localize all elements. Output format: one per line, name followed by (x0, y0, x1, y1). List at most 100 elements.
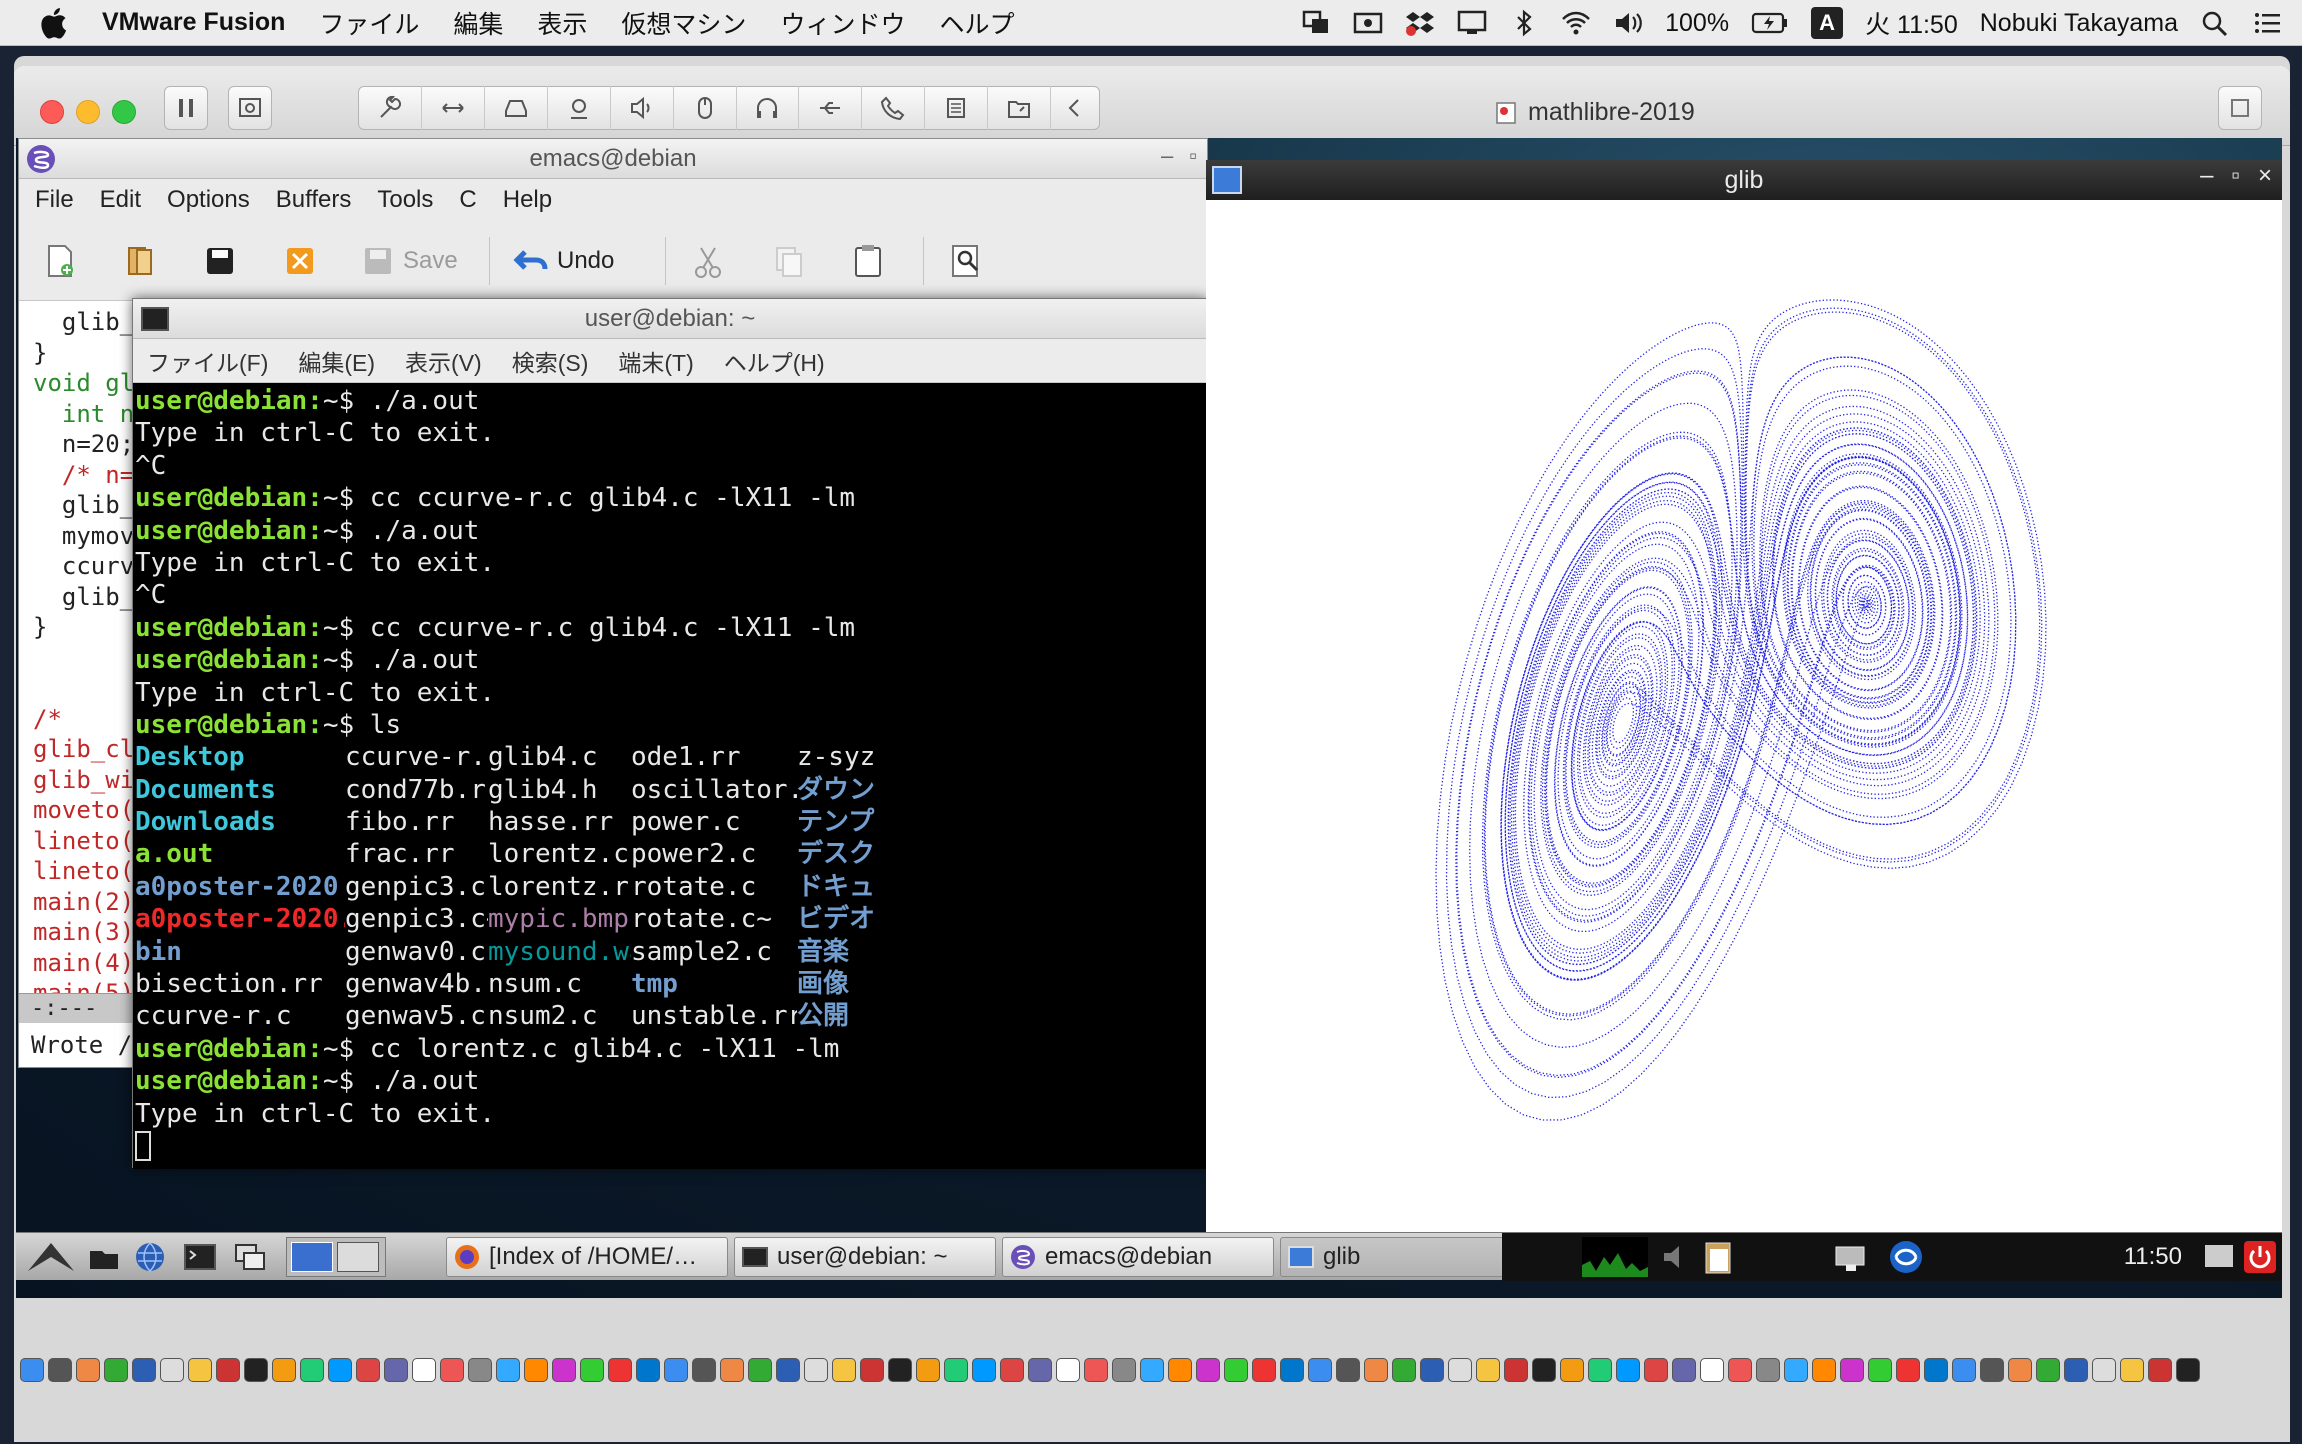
spotlight-icon[interactable] (2200, 9, 2230, 37)
dock-app-icon[interactable] (104, 1358, 128, 1382)
emacs-menu-buffers[interactable]: Buffers (276, 186, 352, 214)
phone-button[interactable] (862, 86, 926, 130)
app-name[interactable]: VMware Fusion (102, 8, 285, 37)
term-menu-view[interactable]: 表示(V) (405, 344, 482, 378)
dock-app-icon[interactable] (860, 1358, 884, 1382)
dock-app-icon[interactable] (1868, 1358, 1892, 1382)
fullscreen-button[interactable] (2218, 86, 2262, 130)
cpu-monitor-icon[interactable] (1582, 1237, 1648, 1277)
dock-app-icon[interactable] (384, 1358, 408, 1382)
dock-app-icon[interactable] (1280, 1358, 1304, 1382)
cut-button[interactable] (689, 239, 727, 283)
dropbox-icon[interactable] (1405, 9, 1435, 37)
dock-app-icon[interactable] (664, 1358, 688, 1382)
menu-help[interactable]: ヘルプ (939, 5, 1014, 41)
dock-app-icon[interactable] (1364, 1358, 1388, 1382)
dock-app-icon[interactable] (888, 1358, 912, 1382)
dock-app-icon[interactable] (944, 1358, 968, 1382)
term-menu-search[interactable]: 検索(S) (512, 344, 589, 378)
dock-app-icon[interactable] (1140, 1358, 1164, 1382)
dock-app-icon[interactable] (1420, 1358, 1444, 1382)
dock-app-icon[interactable] (1056, 1358, 1080, 1382)
dock-app-icon[interactable] (1644, 1358, 1668, 1382)
sound-button[interactable] (611, 86, 674, 130)
hard-disk-button[interactable] (485, 86, 548, 130)
dock-app-icon[interactable] (1952, 1358, 1976, 1382)
dock-app-icon[interactable] (1448, 1358, 1472, 1382)
task-terminal[interactable]: user@debian: ~ (734, 1237, 996, 1277)
network-tray-icon[interactable] (1832, 1239, 1876, 1275)
glib-titlebar[interactable]: glib – ▫ × (1206, 160, 2282, 200)
dock-app-icon[interactable] (2120, 1358, 2144, 1382)
glib-maximize-icon[interactable]: ▫ (2231, 162, 2240, 190)
browser-icon[interactable] (132, 1239, 168, 1275)
dock-app-icon[interactable] (1588, 1358, 1612, 1382)
emacs-menu-c[interactable]: C (459, 186, 476, 214)
dock-app-icon[interactable] (972, 1358, 996, 1382)
dock-app-icon[interactable] (2036, 1358, 2060, 1382)
term-menu-help[interactable]: ヘルプ(H) (724, 344, 825, 378)
dock-app-icon[interactable] (1812, 1358, 1836, 1382)
dock-app-icon[interactable] (692, 1358, 716, 1382)
volume-tray-icon[interactable] (1660, 1241, 1694, 1273)
input-method-badge[interactable]: A (1811, 7, 1844, 39)
show-desktop-icon[interactable] (2202, 1241, 2236, 1273)
shared-folder-button[interactable] (988, 86, 1052, 130)
dock-app-icon[interactable] (1252, 1358, 1276, 1382)
workspace-pager[interactable] (286, 1237, 386, 1277)
battery-icon[interactable] (1751, 9, 1789, 37)
display-icon[interactable] (1457, 9, 1487, 37)
bluetooth-icon[interactable] (1509, 9, 1539, 37)
emacs-menu-edit[interactable]: Edit (100, 186, 141, 214)
workspace-1[interactable] (291, 1242, 333, 1272)
dock-app-icon[interactable] (1728, 1358, 1752, 1382)
dock-app-icon[interactable] (524, 1358, 548, 1382)
clipboard-tray-icon[interactable] (1698, 1239, 1738, 1275)
glib-close-icon[interactable]: × (2258, 162, 2272, 190)
dock-app-icon[interactable] (1112, 1358, 1136, 1382)
dock-app-icon[interactable] (272, 1358, 296, 1382)
dock-app-icon[interactable] (2008, 1358, 2032, 1382)
dock-app-icon[interactable] (440, 1358, 464, 1382)
network-button[interactable] (422, 86, 485, 130)
copy-button[interactable] (769, 239, 807, 283)
menu-window[interactable]: ウィンドウ (780, 5, 905, 41)
dock-app-icon[interactable] (1672, 1358, 1696, 1382)
dock-app-icon[interactable] (1392, 1358, 1416, 1382)
menu-vm[interactable]: 仮想マシン (621, 5, 746, 41)
emacs-titlebar[interactable]: emacs@debian – ▫ (19, 139, 1207, 179)
dock-app-icon[interactable] (636, 1358, 660, 1382)
open-dir-button[interactable] (121, 239, 159, 283)
dock-app-icon[interactable] (2064, 1358, 2088, 1382)
undo-button[interactable]: Undo (513, 239, 614, 283)
menu-launcher-icon[interactable] (24, 1239, 78, 1275)
screen-mirror-icon[interactable] (1301, 9, 1331, 37)
workspace-2[interactable] (337, 1242, 379, 1272)
dock-app-icon[interactable] (356, 1358, 380, 1382)
dock-app-icon[interactable] (300, 1358, 324, 1382)
screen-record-icon[interactable] (1353, 9, 1383, 37)
term-menu-edit[interactable]: 編集(E) (298, 344, 375, 378)
save-button[interactable]: Save (359, 239, 458, 283)
dock-app-icon[interactable] (496, 1358, 520, 1382)
dock-app-icon[interactable] (1504, 1358, 1528, 1382)
dock-app-icon[interactable] (20, 1358, 44, 1382)
dock-app-icon[interactable] (748, 1358, 772, 1382)
task-emacs[interactable]: emacs@debian (1002, 1237, 1274, 1277)
dock-app-icon[interactable] (1476, 1358, 1500, 1382)
settings-button[interactable] (359, 86, 422, 130)
dock-app-icon[interactable] (1560, 1358, 1584, 1382)
menubar-clock[interactable]: 火 11:50 (1865, 5, 1958, 41)
dock-app-icon[interactable] (1196, 1358, 1220, 1382)
dock-app-icon[interactable] (1784, 1358, 1808, 1382)
dock-app-icon[interactable] (1308, 1358, 1332, 1382)
update-tray-icon[interactable] (1886, 1237, 1926, 1277)
headset-button[interactable] (737, 86, 800, 130)
dock-app-icon[interactable] (132, 1358, 156, 1382)
volume-icon[interactable] (1613, 9, 1643, 37)
dock-app-icon[interactable] (1168, 1358, 1192, 1382)
menubar-user[interactable]: Nobuki Takayama (1980, 9, 2178, 38)
dock-app-icon[interactable] (1896, 1358, 1920, 1382)
dock-app-icon[interactable] (916, 1358, 940, 1382)
dock-app-icon[interactable] (1336, 1358, 1360, 1382)
